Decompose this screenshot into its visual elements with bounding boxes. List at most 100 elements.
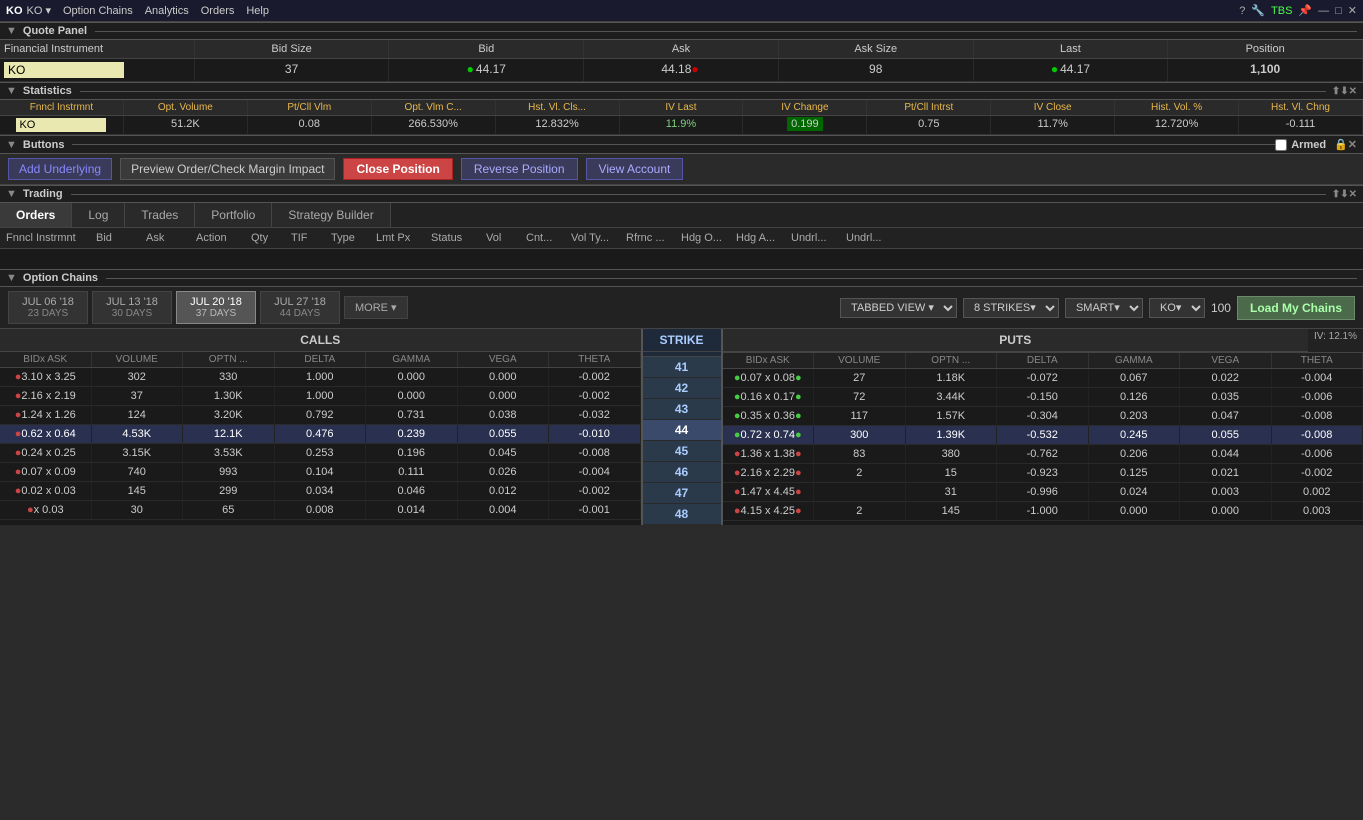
- close-icon[interactable]: ✕: [1348, 4, 1357, 17]
- th-lmt-px: Lmt Px: [370, 230, 425, 246]
- menu-analytics[interactable]: Analytics: [145, 5, 189, 17]
- stats-right-icons: ⬆⬇✕: [1332, 86, 1357, 97]
- tab-trades[interactable]: Trades: [125, 203, 195, 227]
- calls-row-44[interactable]: ●0.62 x 0.64 4.53K 12.1K 0.476 0.239 0.0…: [0, 425, 641, 444]
- quote-ask-size: 98: [779, 59, 974, 81]
- call-delta: 0.476: [275, 425, 367, 443]
- quote-instrument[interactable]: [0, 59, 195, 81]
- armed-checkbox[interactable]: [1275, 139, 1287, 151]
- put-gamma: 0.206: [1089, 445, 1181, 463]
- puts-row-41[interactable]: ●0.07 x 0.08● 27 1.18K -0.072 0.067 0.02…: [723, 369, 1363, 388]
- strike-row-44[interactable]: 44: [643, 420, 721, 441]
- tbs-icon: TBS: [1271, 5, 1292, 17]
- puts-row-45[interactable]: ●1.36 x 1.38● 83 380 -0.762 0.206 0.044 …: [723, 445, 1363, 464]
- tabbed-view-select[interactable]: TABBED VIEW ▾: [840, 298, 957, 318]
- calls-row-45[interactable]: ●0.24 x 0.25 3.15K 3.53K 0.253 0.196 0.0…: [0, 444, 641, 463]
- puts-row-42[interactable]: ●0.16 x 0.17● 72 3.44K -0.150 0.126 0.03…: [723, 388, 1363, 407]
- call-theta: -0.001: [549, 501, 641, 519]
- call-gamma: 0.731: [366, 406, 458, 424]
- calls-row-48[interactable]: ●x 0.03 30 65 0.008 0.014 0.004 -0.001: [0, 501, 641, 520]
- smart-select[interactable]: SMART▾: [1065, 298, 1143, 318]
- puts-row-44[interactable]: ●0.72 x 0.74● 300 1.39K -0.532 0.245 0.0…: [723, 426, 1363, 445]
- tab-strategy-builder[interactable]: Strategy Builder: [272, 203, 390, 227]
- th-qty: Qty: [245, 230, 285, 246]
- maximize-icon[interactable]: □: [1335, 5, 1342, 17]
- stats-data-row: 51.2K 0.08 266.530% 12.832% 11.9% 0.199 …: [0, 116, 1363, 135]
- strike-row-41[interactable]: 41: [643, 357, 721, 378]
- trading-panel: Orders Log Trades Portfolio Strategy Bui…: [0, 203, 1363, 269]
- puts-row-48[interactable]: ●4.15 x 4.25● 2 145 -1.000 0.000 0.000 0…: [723, 502, 1363, 521]
- collapse-trading-arrow[interactable]: ▼: [6, 188, 17, 200]
- sh-hst-vl-cls: Hst. Vl. Cls...: [496, 100, 620, 115]
- th-action: Action: [190, 230, 245, 246]
- option-chains-panel: JUL 06 '18 23 DAYS JUL 13 '18 30 DAYS JU…: [0, 287, 1363, 525]
- option-chains-header: ▼ Option Chains: [0, 269, 1363, 287]
- strike-row-46[interactable]: 46: [643, 462, 721, 483]
- settings-icon[interactable]: 🔧: [1251, 4, 1265, 17]
- call-bid-ask: ●1.24 x 1.26: [0, 406, 92, 424]
- call-gamma: 0.000: [366, 368, 458, 386]
- calls-row-42[interactable]: ●2.16 x 2.19 37 1.30K 1.000 0.000 0.000 …: [0, 387, 641, 406]
- date-tab-jul20[interactable]: JUL 20 '18 37 DAYS: [176, 291, 256, 324]
- title-bar: KO KO ▾ Option Chains Analytics Orders H…: [0, 0, 1363, 22]
- puts-row-43[interactable]: ●0.35 x 0.36● 117 1.57K -0.304 0.203 0.0…: [723, 407, 1363, 426]
- menu-orders[interactable]: Orders: [201, 5, 235, 17]
- tab-log[interactable]: Log: [72, 203, 125, 227]
- trading-col-headers: Fnncl Instrmnt Bid Ask Action Qty TIF Ty…: [0, 228, 1363, 249]
- puts-row-46[interactable]: ●2.16 x 2.29● 2 15 -0.923 0.125 0.021 -0…: [723, 464, 1363, 483]
- reverse-position-button[interactable]: Reverse Position: [461, 158, 578, 180]
- puts-ch-volume: VOLUME: [814, 353, 906, 368]
- menu-ko[interactable]: KO ▾: [27, 4, 51, 17]
- add-underlying-button[interactable]: Add Underlying: [8, 158, 112, 180]
- collapse-quote-arrow[interactable]: ▼: [6, 25, 17, 37]
- menu-help[interactable]: Help: [246, 5, 269, 17]
- view-account-button[interactable]: View Account: [586, 158, 684, 180]
- collapse-buttons-arrow[interactable]: ▼: [6, 139, 17, 151]
- strike-row-42[interactable]: 42: [643, 378, 721, 399]
- strikes-select[interactable]: 8 STRIKES▾: [963, 298, 1059, 318]
- close-position-button[interactable]: Close Position: [343, 158, 452, 180]
- menu-option-chains[interactable]: Option Chains: [63, 5, 133, 17]
- strike-row-48[interactable]: 48: [643, 504, 721, 525]
- puts-row-47[interactable]: ●1.47 x 4.45● 31 -0.996 0.024 0.003 0.00…: [723, 483, 1363, 502]
- collapse-stats-arrow[interactable]: ▼: [6, 85, 17, 97]
- calls-row-46[interactable]: ●0.07 x 0.09 740 993 0.104 0.111 0.026 -…: [0, 463, 641, 482]
- calls-ch-volume: VOLUME: [92, 352, 184, 367]
- collapse-chains-arrow[interactable]: ▼: [6, 272, 17, 284]
- instrument-input[interactable]: [4, 62, 124, 78]
- help-icon[interactable]: ?: [1239, 5, 1245, 17]
- date-tab-jul13[interactable]: JUL 13 '18 30 DAYS: [92, 291, 172, 324]
- pin-icon[interactable]: 📌: [1298, 4, 1312, 17]
- strike-row-43[interactable]: 43: [643, 399, 721, 420]
- symbol-select[interactable]: KO▾: [1149, 298, 1205, 318]
- strike-row-47[interactable]: 47: [643, 483, 721, 504]
- sh-pt-cll-intrst: Pt/Cll Intrst: [867, 100, 991, 115]
- calls-row-47[interactable]: ●0.02 x 0.03 145 299 0.034 0.046 0.012 -…: [0, 482, 641, 501]
- more-dates-button[interactable]: MORE ▾: [344, 296, 408, 319]
- statistics-title: Statistics: [23, 85, 72, 97]
- puts-section: PUTS IV: 12.1% BIDx ASK VOLUME OPTN ... …: [723, 329, 1363, 525]
- preview-order-button[interactable]: Preview Order/Check Margin Impact: [120, 158, 335, 180]
- calls-row-43[interactable]: ●1.24 x 1.26 124 3.20K 0.792 0.731 0.038…: [0, 406, 641, 425]
- buttons-title: Buttons: [23, 139, 65, 151]
- stats-instrument-input[interactable]: [16, 118, 106, 132]
- calls-ch-vega: VEGA: [458, 352, 550, 367]
- tab-orders[interactable]: Orders: [0, 203, 72, 227]
- calls-row-41[interactable]: ●3.10 x 3.25 302 330 1.000 0.000 0.000 -…: [0, 368, 641, 387]
- buttons-section-header: ▼ Buttons Armed 🔒✕: [0, 135, 1363, 154]
- strike-row-45[interactable]: 45: [643, 441, 721, 462]
- sh-iv-change: IV Change: [743, 100, 867, 115]
- put-bid-ask: ●0.72 x 0.74●: [723, 426, 815, 444]
- tab-portfolio[interactable]: Portfolio: [195, 203, 272, 227]
- call-vega: 0.026: [458, 463, 550, 481]
- date-tab-jul27[interactable]: JUL 27 '18 44 DAYS: [260, 291, 340, 324]
- stats-instrument[interactable]: [0, 116, 124, 134]
- put-gamma: 0.203: [1089, 407, 1181, 425]
- call-optn: 3.20K: [183, 406, 275, 424]
- load-chains-button[interactable]: Load My Chains: [1237, 296, 1355, 320]
- put-gamma: 0.245: [1089, 426, 1181, 444]
- hundred-label: 100: [1211, 301, 1231, 315]
- minimize-icon[interactable]: —: [1318, 5, 1329, 17]
- puts-header: PUTS: [723, 329, 1309, 352]
- date-tab-jul06[interactable]: JUL 06 '18 23 DAYS: [8, 291, 88, 324]
